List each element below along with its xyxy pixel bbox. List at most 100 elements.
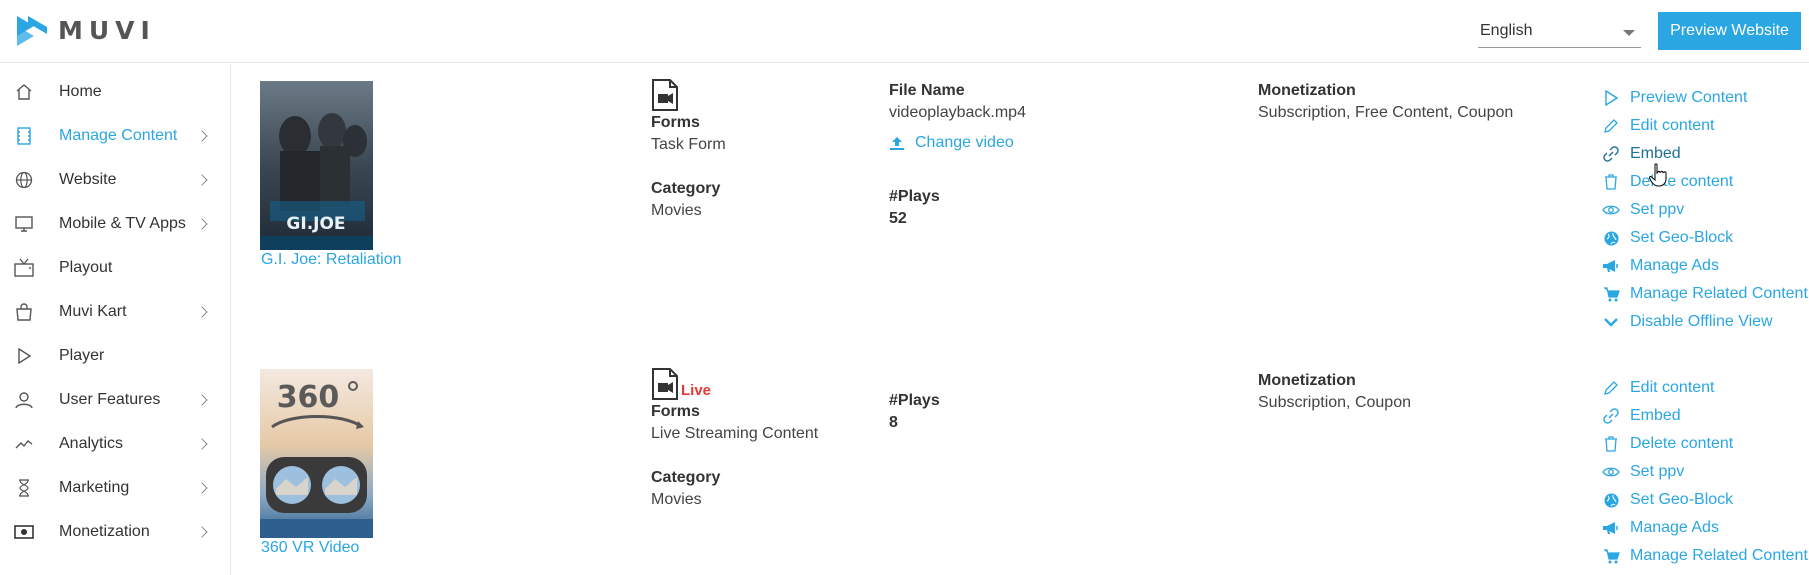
monitor-icon xyxy=(14,214,34,234)
action-label: Delete content xyxy=(1630,173,1734,190)
muvi-logo[interactable]: MUVI xyxy=(14,10,156,50)
action-label: Embed xyxy=(1630,407,1681,424)
embed-action[interactable]: Embed xyxy=(1602,407,1681,425)
action-label: Set Geo-Block xyxy=(1630,491,1734,508)
caret-down-icon xyxy=(1623,30,1635,36)
delete-content-action[interactable]: Delete content xyxy=(1602,435,1733,453)
preview-content-action[interactable]: Preview Content xyxy=(1602,89,1747,107)
link-icon xyxy=(1602,145,1620,163)
set-geo-block-action[interactable]: Set Geo-Block xyxy=(1602,491,1733,509)
plays-value: 52 xyxy=(889,210,907,227)
chevron-right-icon xyxy=(196,306,208,318)
sidebar-item-label: Playout xyxy=(59,259,113,276)
manage-related-content-action[interactable]: Manage Related Content xyxy=(1602,547,1808,565)
hourglass-icon xyxy=(14,478,34,498)
video-icon xyxy=(651,79,679,116)
sidebar-item-label: Home xyxy=(59,83,102,100)
set-geo-block-action[interactable]: Set Geo-Block xyxy=(1602,229,1733,247)
language-select[interactable]: English xyxy=(1478,14,1641,48)
pencil-icon xyxy=(1602,117,1620,135)
category-value: Movies xyxy=(651,202,702,219)
manage-ads-action[interactable]: Manage Ads xyxy=(1602,257,1719,275)
globe-solid-icon xyxy=(1602,491,1620,509)
cart-icon xyxy=(1602,547,1620,565)
action-label: Manage Related Content xyxy=(1630,285,1808,302)
trash-icon xyxy=(1602,173,1620,191)
globe-icon xyxy=(14,170,34,190)
sidebar-item-user-features[interactable]: User Features xyxy=(0,380,230,420)
sidebar-item-website[interactable]: Website xyxy=(0,160,230,200)
content-thumbnail[interactable]: 360 xyxy=(260,369,373,538)
action-label: Embed xyxy=(1630,145,1681,162)
plays-label: #Plays xyxy=(889,392,940,409)
home-icon xyxy=(14,82,34,102)
preview-website-button[interactable]: Preview Website xyxy=(1658,12,1801,50)
set-ppv-action[interactable]: Set ppv xyxy=(1602,463,1684,481)
edit-content-action[interactable]: Edit content xyxy=(1602,379,1715,397)
set-ppv-action[interactable]: Set ppv xyxy=(1602,201,1684,219)
logo-mark-icon xyxy=(17,16,47,46)
action-label: Set ppv xyxy=(1630,463,1685,480)
sidebar-item-label: Website xyxy=(59,171,117,188)
action-label: Edit content xyxy=(1630,379,1715,396)
chevron-right-icon xyxy=(196,218,208,230)
sidebar-item-marketing[interactable]: Marketing xyxy=(0,468,230,508)
sidebar-item-label: Player xyxy=(59,347,105,364)
content-title-link[interactable]: 360 VR Video xyxy=(261,539,359,557)
eye-icon xyxy=(1602,201,1620,219)
edit-content-action[interactable]: Edit content xyxy=(1602,117,1715,135)
content-title-link[interactable]: G.I. Joe: Retaliation xyxy=(261,251,402,269)
action-label: Delete content xyxy=(1630,435,1734,452)
sidebar-item-label: Muvi Kart xyxy=(59,303,127,320)
action-label: Set Geo-Block xyxy=(1630,229,1734,246)
language-value: English xyxy=(1480,21,1533,39)
play-outline-icon xyxy=(1602,89,1620,107)
link-icon xyxy=(1602,407,1620,425)
sidebar-item-manage-content[interactable]: Manage Content xyxy=(0,116,230,156)
sidebar-item-mobile-tv-apps[interactable]: Mobile & TV Apps xyxy=(0,204,230,244)
content-thumbnail[interactable]: GI.JOE xyxy=(260,81,373,250)
action-label: Disable Offline View xyxy=(1630,313,1773,330)
chevron-down-icon xyxy=(1602,313,1620,331)
sidebar-item-player[interactable]: Player xyxy=(0,336,230,376)
monetization-label: Monetization xyxy=(1258,82,1356,99)
action-label: Manage Related Content xyxy=(1630,547,1808,564)
megaphone-icon xyxy=(1602,257,1620,275)
change-video-link[interactable]: Change video xyxy=(889,134,1014,152)
sidebar-item-label: Manage Content xyxy=(59,127,178,144)
manage-related-content-action[interactable]: Manage Related Content xyxy=(1602,285,1808,303)
embed-action[interactable]: Embed xyxy=(1602,145,1681,163)
hand-cursor-icon xyxy=(1649,163,1667,187)
sidebar-item-monetization[interactable]: Monetization xyxy=(0,512,230,552)
content-row: GI.JOE G.I. Joe: Retaliation Forms Task … xyxy=(232,64,1809,344)
svg-text:GI.JOE: GI.JOE xyxy=(286,214,345,234)
sidebar-item-home[interactable]: Home xyxy=(0,72,230,112)
trash-icon xyxy=(1602,435,1620,453)
film-icon xyxy=(14,126,34,146)
chevron-right-icon xyxy=(196,174,208,186)
money-icon xyxy=(14,522,34,542)
tv-icon xyxy=(14,258,34,278)
chevron-right-icon xyxy=(196,482,208,494)
pencil-icon xyxy=(1602,379,1620,397)
manage-ads-action[interactable]: Manage Ads xyxy=(1602,519,1719,537)
logo-text: MUVI xyxy=(58,15,156,45)
user-icon xyxy=(14,390,34,410)
category-value: Movies xyxy=(651,491,702,508)
plays-label: #Plays xyxy=(889,188,940,205)
sidebar-item-label: User Features xyxy=(59,391,161,408)
forms-value: Task Form xyxy=(651,136,726,153)
top-header: MUVI English Preview Website xyxy=(0,0,1809,63)
file-name-value: videoplayback.mp4 xyxy=(889,104,1026,121)
sidebar-item-label: Monetization xyxy=(59,523,150,540)
eye-icon xyxy=(1602,463,1620,481)
video-icon xyxy=(651,368,679,405)
monetization-value: Subscription, Free Content, Coupon xyxy=(1258,104,1514,121)
sidebar-item-playout[interactable]: Playout xyxy=(0,248,230,288)
monetization-label: Monetization xyxy=(1258,372,1356,389)
sidebar-item-muvi-kart[interactable]: Muvi Kart xyxy=(0,292,230,332)
sidebar-item-analytics[interactable]: Analytics xyxy=(0,424,230,464)
chevron-right-icon xyxy=(196,394,208,406)
delete-content-action[interactable]: Delete content xyxy=(1602,173,1733,191)
disable-offline-view-action[interactable]: Disable Offline View xyxy=(1602,313,1773,331)
